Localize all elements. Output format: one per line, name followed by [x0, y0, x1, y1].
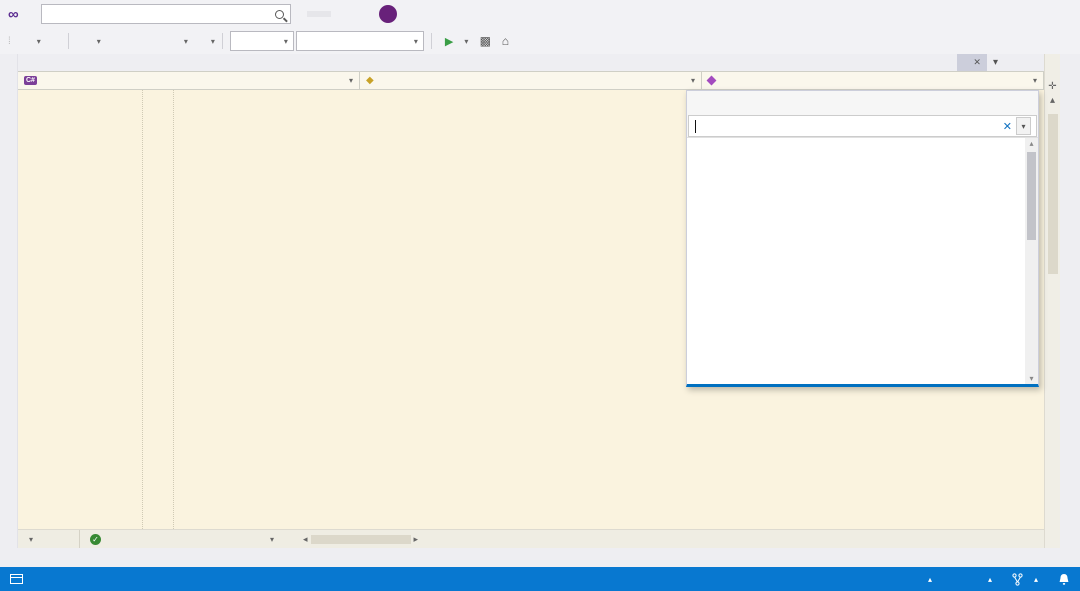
bottom-panel-tabs: [0, 548, 1080, 567]
document-tab-row: ✕ ▾: [18, 54, 1044, 71]
toolbar-grip: ⁞: [8, 36, 10, 47]
play-icon: ▶: [445, 35, 453, 48]
maximize-button[interactable]: [437, 0, 471, 28]
clear-search-icon[interactable]: ✕: [999, 120, 1016, 133]
scroll-up-icon[interactable]: ▴: [1045, 94, 1060, 108]
save-all-button[interactable]: [143, 31, 161, 51]
horizontal-scrollbar[interactable]: ◂ ▸: [300, 534, 421, 545]
horizontal-scroll-thumb[interactable]: [311, 535, 411, 544]
tab-task-cs[interactable]: ✕: [957, 54, 987, 71]
solution-platform-combo[interactable]: ▾: [296, 31, 424, 51]
popup-scroll-down-icon[interactable]: ▾: [1025, 374, 1038, 383]
window-title: [307, 11, 331, 17]
left-tool-strip: [0, 54, 18, 548]
vertical-scroll-thumb[interactable]: [1048, 114, 1058, 274]
navigate-back-dropdown[interactable]: ▾: [37, 37, 41, 46]
preview-window-icon: [10, 574, 23, 584]
splitter-icon[interactable]: ✛: [1045, 80, 1060, 94]
close-tab-icon[interactable]: ✕: [973, 57, 981, 68]
indent-guide: [173, 90, 174, 529]
vertical-scrollbar[interactable]: ✛ ▴: [1044, 54, 1060, 548]
account-avatar[interactable]: [379, 5, 397, 23]
redo-button[interactable]: [190, 31, 208, 51]
type-dropdown[interactable]: ◆ ▾: [360, 72, 702, 89]
title-bar: ∞: [0, 0, 1080, 28]
undo-dropdown[interactable]: ▾: [184, 37, 188, 46]
open-file-button[interactable]: [103, 31, 121, 51]
member-dropdown[interactable]: ▾: [702, 72, 1043, 89]
find-in-files-button[interactable]: ▩: [476, 31, 494, 51]
solution-configuration-combo[interactable]: ▾: [230, 31, 294, 51]
diff-margin-icon[interactable]: ▾: [266, 535, 274, 544]
visual-studio-logo-icon: ∞: [8, 6, 19, 23]
outgoing-commits-button[interactable]: ▴: [917, 575, 932, 584]
repository-button[interactable]: ▴: [977, 575, 992, 584]
navigation-bar: C# ▾ ◆ ▾ ▾: [18, 71, 1044, 90]
method-icon: [707, 76, 717, 86]
toolbar: ⁞ ▾ ▾ ▾ ▾ ▾ ▾ ▶ ▾ ▩ ⌂: [0, 28, 1080, 54]
save-button[interactable]: [123, 31, 141, 51]
search-icon: [275, 10, 284, 19]
zoom-selector[interactable]: ▾: [18, 530, 80, 548]
editor-bottom-bar: ▾ ✓ ▾ ◂ ▸: [18, 529, 1044, 548]
scroll-left-icon[interactable]: ◂: [300, 534, 311, 545]
text-caret: [695, 120, 696, 133]
indent-guide: [142, 90, 143, 529]
quick-search-input[interactable]: [41, 4, 291, 24]
go-to-all-popup: ✕ ▾ ▴ ▾: [686, 90, 1039, 387]
close-button[interactable]: [471, 0, 505, 28]
minimize-button[interactable]: [403, 0, 437, 28]
navigate-forward-button[interactable]: [43, 31, 61, 51]
bell-icon: [1058, 573, 1070, 586]
go-to-search-input[interactable]: ✕ ▾: [688, 115, 1037, 137]
popup-scroll-thumb[interactable]: [1027, 152, 1036, 240]
new-file-dropdown[interactable]: ▾: [97, 37, 101, 46]
status-bar: ▴ ▴ ▴: [0, 567, 1080, 591]
class-icon: ◆: [366, 75, 374, 86]
git-branch-icon: [1012, 573, 1023, 586]
start-debugging-button[interactable]: ▶ ▾: [439, 35, 474, 48]
popup-scrollbar[interactable]: ▴ ▾: [1025, 138, 1038, 384]
new-file-button[interactable]: [76, 31, 94, 51]
undo-button[interactable]: [163, 31, 181, 51]
project-dropdown[interactable]: C# ▾: [18, 72, 360, 89]
solution-explorer-sync-button[interactable]: ⌂: [496, 31, 514, 51]
notifications-bell-button[interactable]: [1058, 573, 1070, 586]
csharp-project-icon: C#: [24, 76, 37, 85]
active-files-dropdown-icon[interactable]: ▾: [993, 57, 998, 68]
git-branch-button[interactable]: ▴: [1012, 573, 1038, 586]
popup-scroll-up-icon[interactable]: ▴: [1025, 139, 1038, 148]
search-options-dropdown[interactable]: ▾: [1016, 117, 1031, 135]
health-check-icon: ✓: [90, 534, 101, 545]
code-health-indicator[interactable]: ✓: [80, 534, 116, 545]
redo-dropdown[interactable]: ▾: [211, 37, 215, 46]
navigate-back-button[interactable]: [16, 31, 34, 51]
scroll-right-icon[interactable]: ▸: [411, 534, 422, 545]
right-tool-strip: [1060, 54, 1080, 548]
